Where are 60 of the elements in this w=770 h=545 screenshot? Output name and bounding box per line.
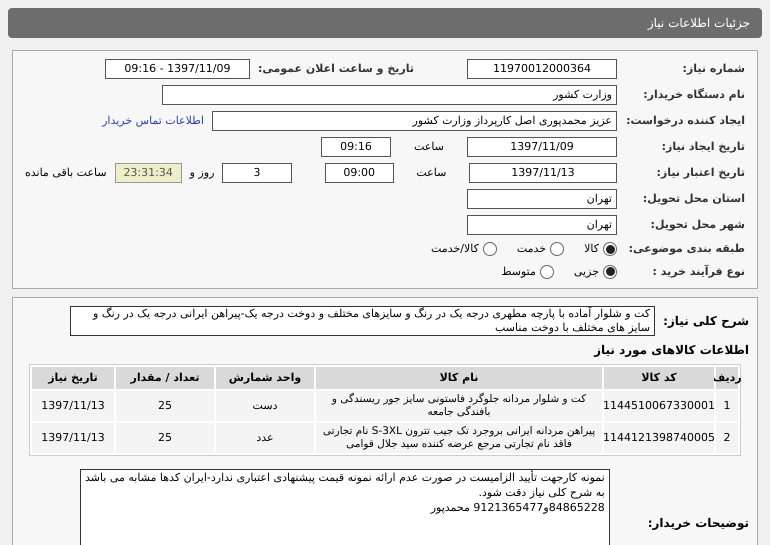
column-header: تعداد / مقدار: [116, 367, 214, 389]
buyer-contact-link[interactable]: اطلاعات تماس خریدار: [102, 112, 204, 130]
field-label: طبقه بندی موضوعی:: [628, 241, 745, 257]
value-field: 3: [222, 163, 292, 183]
time-label: ساعت: [415, 164, 448, 181]
buyer-notes-field: نمونه کارجهت تأیید الزامیست در صورت عدم ارائه نمونه قیمت پیشنهادی اعتباری ندارد-ایران کدها مشابه می باشد به شرح کلی نیاز دقت شود. 84865228و9121365477 محمدپور: [80, 469, 610, 545]
table-cell: 1144510067330001: [604, 391, 714, 421]
field-label: تاریخ اعتبار نیاز:: [655, 164, 745, 181]
table-cell: پیراهن مردانه ایرانی بروجرد تک جیب تترون S-3XL نام تجارتی فاقد نام تجارتی مرجع عرضه کننده سید جلال قوامی: [316, 423, 602, 453]
field-label: تاریخ ایجاد نیاز:: [660, 138, 745, 155]
field-label: شهر محل تحویل:: [650, 216, 745, 233]
radio-label: کالا/خدمت: [431, 241, 479, 257]
table-cell: کت و شلوار مردانه جلوگرد فاستونی سایز جور ریسندگی و بافندگی جامعه: [316, 391, 602, 421]
value-field: تهران: [467, 189, 617, 209]
value-field: 09:00: [324, 163, 394, 183]
radio-button[interactable]: [603, 242, 617, 256]
table-cell: 1144121398740005: [604, 423, 714, 453]
value-field: وزارت کشور: [162, 85, 617, 105]
value-field: 11970012000364: [467, 59, 617, 79]
value-field: 1397/11/09: [467, 137, 617, 157]
table-cell: 1: [716, 391, 738, 421]
table-cell: 1397/11/13: [32, 423, 114, 453]
days-label: روز و: [190, 164, 214, 181]
field-label: نام دستگاه خریدار:: [642, 86, 745, 103]
column-header: کد کالا: [604, 367, 714, 389]
radio-button[interactable]: [482, 242, 497, 256]
field-label: ایجاد کننده درخواست:: [625, 112, 745, 129]
value-field: عزیز محمدپوری اصل کارپرداز وزارت کشور: [212, 111, 617, 131]
value-field: 1397/11/13: [468, 163, 617, 183]
column-header: تاریخ نیاز: [32, 367, 114, 389]
radio-button[interactable]: [550, 242, 564, 256]
value-field: تهران: [467, 215, 617, 235]
column-header: نام کالا: [316, 367, 602, 389]
radio-label: متوسط: [501, 264, 536, 280]
radio-button[interactable]: [603, 264, 617, 279]
remaining-label: ساعت باقی مانده: [24, 164, 107, 181]
radio-label: کالا: [584, 241, 599, 257]
field-label: تاریخ و ساعت اعلان عمومی:: [258, 60, 414, 77]
field-label: استان محل تحویل:: [642, 190, 745, 207]
value-field: 09:16: [321, 137, 391, 157]
radio-button[interactable]: [540, 264, 554, 279]
radio-label: جزیی: [574, 264, 599, 280]
remaining-time-field: 23:31:34: [114, 163, 182, 183]
column-header: واحد شمارش: [216, 367, 314, 389]
table-cell: عدد: [216, 423, 314, 453]
field-label: شرح کلی نیاز:: [663, 313, 749, 330]
field-label: شماره نیاز:: [682, 60, 745, 77]
value-field: 1397/11/09 - 09:16: [104, 59, 250, 79]
section-title: اطلاعات کالاهای مورد نیاز: [592, 342, 749, 359]
radio-label: خدمت: [516, 241, 546, 257]
table-cell: دست: [216, 391, 314, 421]
field-label: توضیحات خریدار:: [648, 515, 749, 532]
table-cell: 2: [716, 423, 738, 453]
field-label: نوع فرآیند خرید :: [652, 264, 745, 280]
table-cell: 25: [116, 391, 214, 421]
description-field: کت و شلوار آماده با پارچه مطهری درجه یک در رنگ و سایزهای مختلف و دوخت درجه یک-پیراهن ایرانی درجه یک در رنگ و سایز های مختلف با دوخت مناسب: [70, 306, 656, 336]
time-label: ساعت: [413, 138, 445, 155]
table-cell: 1397/11/13: [32, 391, 114, 421]
table-cell: 25: [116, 423, 214, 453]
page-title: جزئیات اطلاعات نیاز: [648, 15, 750, 32]
